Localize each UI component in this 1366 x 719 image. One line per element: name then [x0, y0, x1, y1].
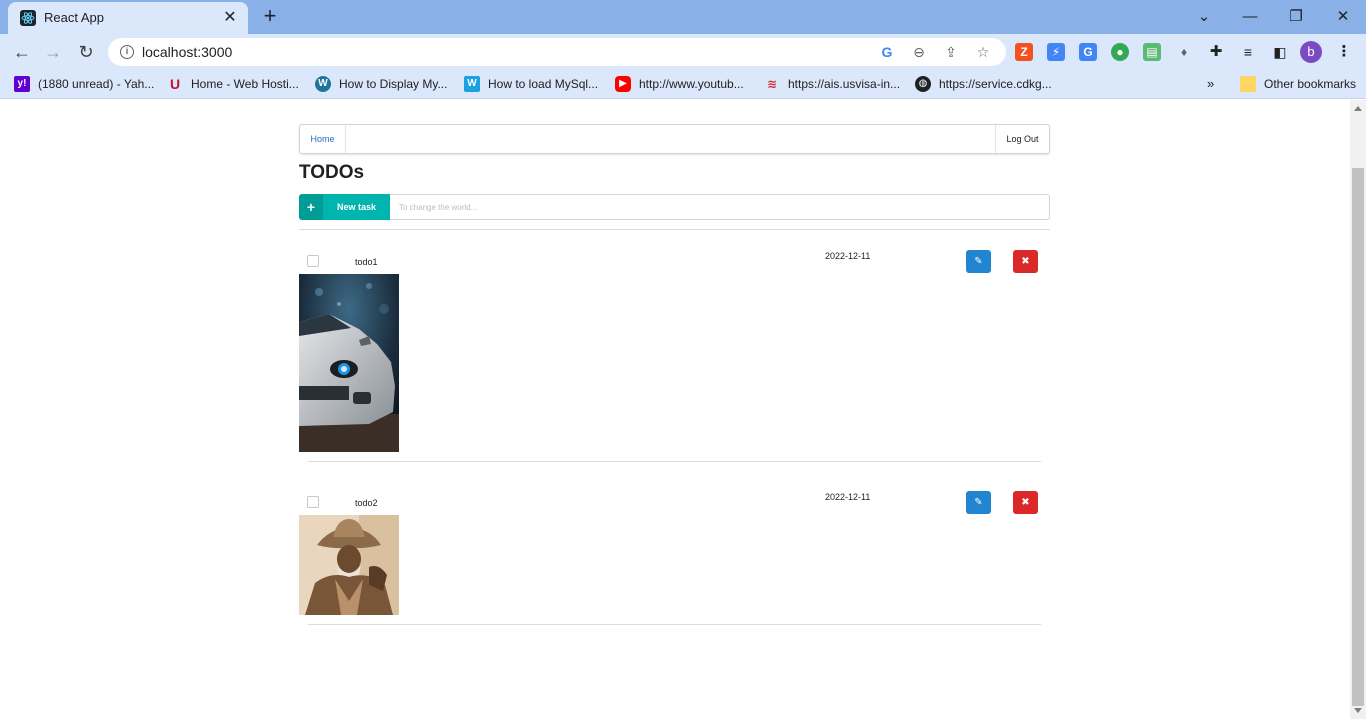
puzzle-icon[interactable]: ✚	[1207, 43, 1225, 61]
share-icon[interactable]: ⇪	[942, 43, 960, 61]
browser-tabstrip: React App ✕ + ⌄ — ❐ ✕	[0, 0, 1366, 34]
close-icon: ✖	[1021, 256, 1030, 267]
bookmark-item[interactable]: y! (1880 unread) - Yah...	[14, 76, 154, 94]
todo-item: todo1 2022-12-11 ✎ ✖	[299, 230, 1050, 462]
cowboy-photo	[299, 515, 399, 615]
back-icon[interactable]: ←	[9, 40, 35, 64]
edit-button[interactable]: ✎	[966, 250, 991, 273]
divider	[308, 624, 1041, 625]
youtube-icon: ▶	[615, 76, 631, 92]
todo-date: 2022-12-11	[825, 492, 871, 502]
forward-icon[interactable]: →	[40, 40, 66, 64]
new-task-button[interactable]: New task	[323, 194, 390, 220]
tab-title: React App	[44, 10, 104, 25]
folder-icon	[1240, 76, 1256, 92]
scroll-up-icon[interactable]	[1354, 106, 1362, 111]
plus-icon[interactable]: +	[299, 194, 323, 220]
translate-icon[interactable]: G	[1079, 43, 1097, 61]
bookmark-item[interactable]: ◍ https://service.cdkg...	[915, 76, 1052, 94]
info-icon[interactable]: i	[120, 45, 134, 59]
close-icon: ✖	[1021, 497, 1030, 508]
wordpress-icon: W	[315, 76, 331, 92]
url-text[interactable]: localhost:3000	[142, 44, 232, 60]
todo-image	[299, 274, 399, 452]
todo-item: todo2 2022-12-11 ✎ ✖	[299, 471, 1050, 625]
restore-icon[interactable]: ❐	[1284, 5, 1308, 29]
todo-checkbox[interactable]	[307, 496, 319, 508]
nav-home-link[interactable]: Home	[300, 125, 346, 153]
media-icon[interactable]: ≡	[1239, 43, 1257, 61]
scrollbar[interactable]	[1350, 100, 1366, 719]
zoom-icon[interactable]: ⊖	[910, 43, 928, 61]
divider	[308, 461, 1041, 462]
todo-name: todo1	[355, 257, 378, 267]
yahoo-mail-icon: y!	[14, 76, 30, 92]
browser-toolbar: ← → ↻ i localhost:3000 G ⊖ ⇪ ☆ Z ⚡ G ● ▤…	[0, 34, 1366, 70]
delete-button[interactable]: ✖	[1013, 250, 1038, 273]
address-bar[interactable]: i localhost:3000 G ⊖ ⇪ ☆	[108, 38, 1006, 66]
todo-checkbox[interactable]	[307, 255, 319, 267]
extension-icon[interactable]: Z	[1015, 43, 1033, 61]
delete-button[interactable]: ✖	[1013, 491, 1038, 514]
bookmark-item[interactable]: ≋ https://ais.usvisa-in...	[764, 76, 900, 94]
scroll-thumb[interactable]	[1352, 168, 1364, 706]
side-panel-icon[interactable]: ◧	[1271, 43, 1289, 61]
new-task-input[interactable]	[390, 194, 1050, 220]
w-icon: W	[464, 76, 480, 92]
page-viewport: Home Log Out TODOs + New task todo1 2022…	[0, 100, 1350, 719]
new-task-form: + New task	[299, 194, 1050, 220]
avatar[interactable]: b	[1300, 41, 1322, 63]
google-icon[interactable]: G	[878, 43, 896, 61]
new-tab-button[interactable]: +	[258, 5, 282, 29]
other-bookmarks[interactable]: Other bookmarks	[1240, 76, 1356, 94]
hosting-u-icon: U	[169, 76, 181, 92]
todo-image	[299, 515, 399, 615]
usvisa-icon: ≋	[766, 77, 778, 91]
minimize-icon[interactable]: —	[1238, 5, 1262, 29]
react-icon	[20, 10, 36, 26]
reload-icon[interactable]: ↻	[73, 40, 99, 64]
top-menu: Home Log Out	[299, 124, 1050, 154]
menu-icon[interactable]: ⋮	[1335, 43, 1353, 61]
car-photo	[299, 274, 399, 452]
bookmark-item[interactable]: W How to load MySql...	[464, 76, 598, 94]
pencil-icon: ✎	[974, 256, 983, 267]
bookmark-item[interactable]: W How to Display My...	[315, 76, 447, 94]
extension-icon[interactable]: ⚡	[1047, 43, 1065, 61]
globe-icon: ◍	[915, 76, 931, 92]
close-icon[interactable]: ✕	[220, 8, 240, 28]
todo-date: 2022-12-11	[825, 251, 871, 261]
bookmark-item[interactable]: ▶ http://www.youtub...	[615, 76, 744, 94]
browser-tab[interactable]: React App ✕	[8, 2, 248, 34]
scroll-down-icon[interactable]	[1354, 708, 1362, 713]
bookmark-item[interactable]: U Home - Web Hosti...	[167, 76, 299, 94]
extension-icon[interactable]: ♦	[1175, 43, 1193, 61]
star-icon[interactable]: ☆	[974, 43, 992, 61]
bookmarks-bar: y! (1880 unread) - Yah... U Home - Web Hos…	[0, 70, 1366, 99]
pencil-icon: ✎	[974, 497, 983, 508]
todo-name: todo2	[355, 498, 378, 508]
logout-button[interactable]: Log Out	[995, 125, 1049, 153]
tab-search-icon[interactable]: ⌄	[1192, 5, 1216, 29]
edit-button[interactable]: ✎	[966, 491, 991, 514]
page-title: TODOs	[299, 162, 365, 183]
extension-icon[interactable]: ●	[1111, 43, 1129, 61]
close-window-icon[interactable]: ✕	[1331, 5, 1355, 29]
more-bookmarks-icon[interactable]: »	[1207, 76, 1214, 94]
extension-icon[interactable]: ▤	[1143, 43, 1161, 61]
